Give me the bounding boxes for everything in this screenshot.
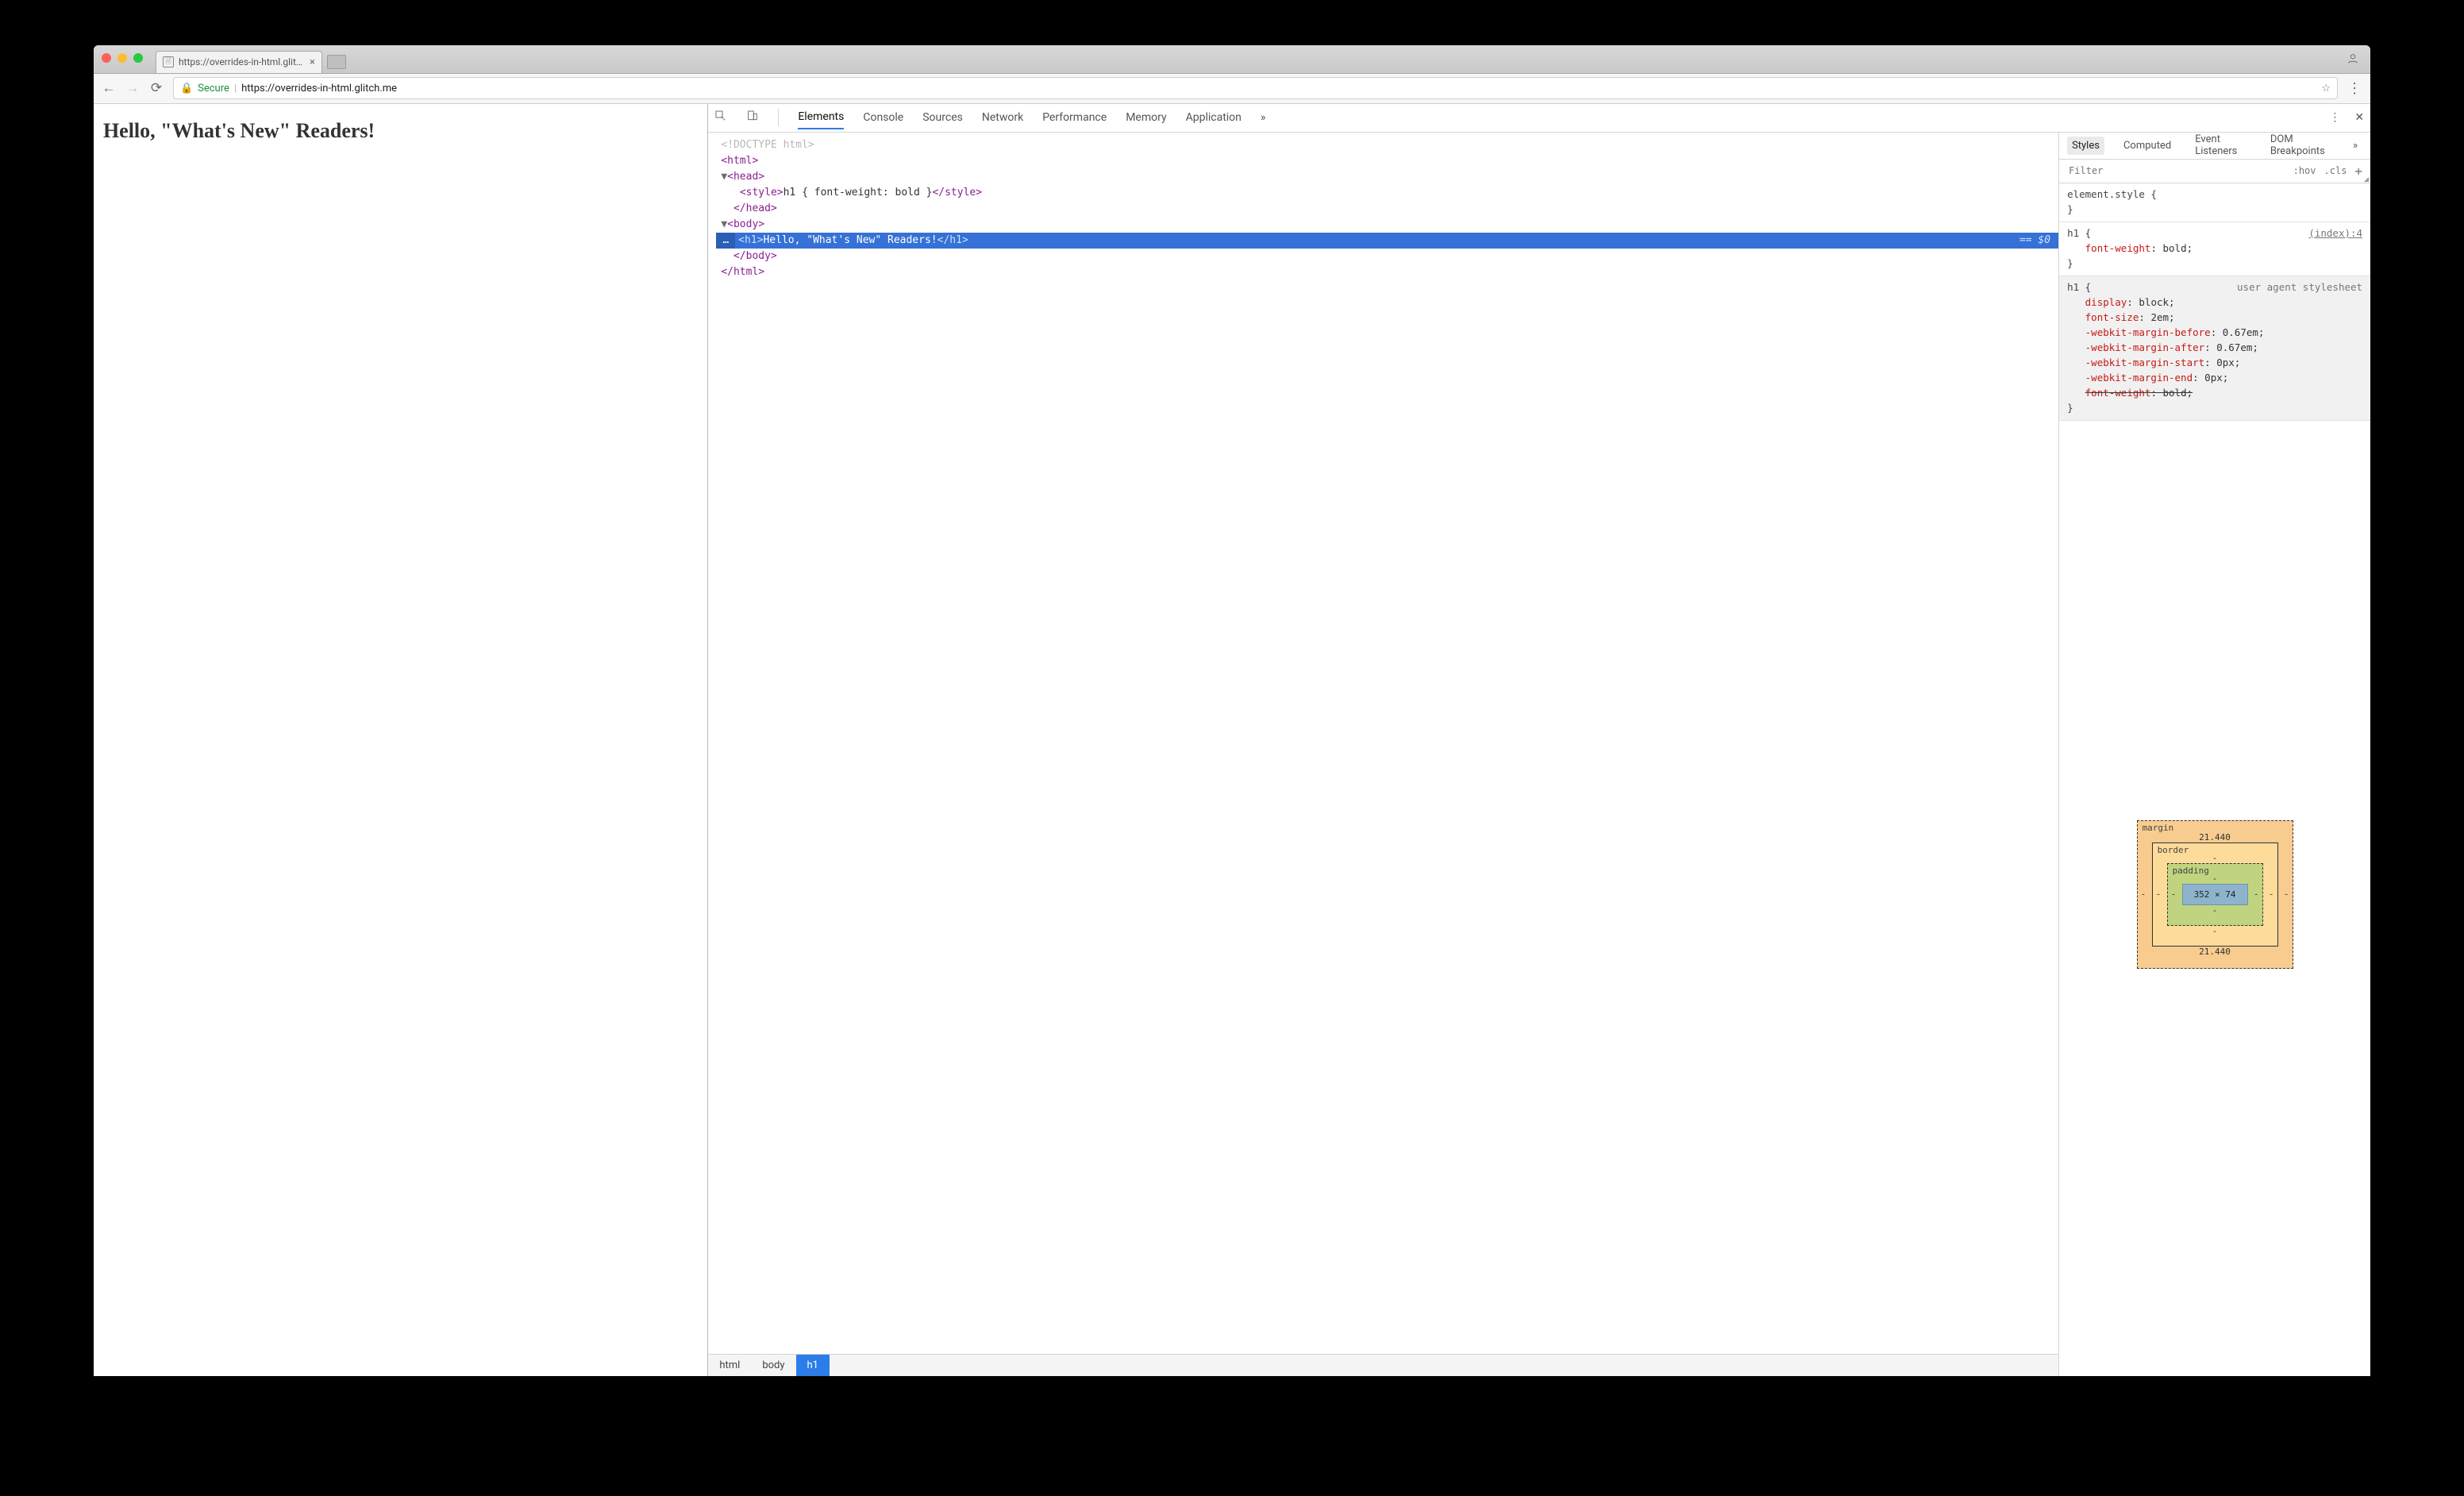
subtabs-overflow-icon[interactable]: » (2348, 137, 2362, 155)
rule-element-style[interactable]: element.style { } (2059, 183, 2370, 222)
more-actions-icon[interactable]: … (716, 233, 735, 249)
profile-icon[interactable] (2347, 52, 2359, 68)
cls-toggle[interactable]: .cls (2324, 165, 2347, 176)
minimize-window-icon[interactable] (117, 53, 127, 63)
resize-icon (2364, 177, 2369, 182)
devtools-tabbar: Elements Console Sources Network Perform… (708, 104, 2370, 133)
crumb-h1[interactable]: h1 (796, 1355, 830, 1376)
filter-bar: :hov .cls + (2059, 160, 2370, 183)
device-toggle-icon[interactable] (746, 110, 759, 125)
subtab-dom-breakpoints[interactable]: DOM Breakpoints (2266, 130, 2334, 160)
box-border[interactable]: border - - - padding - - - (2152, 842, 2278, 947)
box-margin[interactable]: margin 21.440 - - border - - - (2137, 820, 2293, 969)
close-tab-icon[interactable]: × (310, 56, 315, 68)
rule-origin[interactable]: (index):4 (2308, 226, 2362, 241)
tab-strip: 🗎 https://overrides-in-html.glitch… × (94, 45, 2370, 74)
content-split: Hello, "What's New" Readers! Elements Co… (94, 104, 2370, 1377)
toolbar: ← → ⟳ 🔒 Secure | https://overrides-in-ht… (94, 74, 2370, 104)
rule-h1-ua[interactable]: user agent stylesheet h1 { display: bloc… (2059, 276, 2370, 421)
devtools: Elements Console Sources Network Perform… (708, 104, 2370, 1377)
dom-tree[interactable]: <!DOCTYPE html> <html> ▼<head> <style>h1… (708, 133, 2058, 1355)
dom-doctype: <!DOCTYPE html> (716, 139, 814, 151)
hov-toggle[interactable]: :hov (2293, 165, 2316, 176)
page-headline: Hello, "What's New" Readers! (103, 118, 698, 145)
tab-application[interactable]: Application (1186, 106, 1242, 129)
crumb-body[interactable]: body (751, 1355, 795, 1376)
subtab-event-listeners[interactable]: Event Listeners (2190, 130, 2251, 160)
lock-icon: 🔒 (180, 83, 193, 94)
new-rule-icon[interactable]: + (2354, 164, 2362, 179)
tab-console[interactable]: Console (863, 106, 903, 129)
browser-tab[interactable]: 🗎 https://overrides-in-html.glitch… × (156, 51, 322, 73)
address-bar[interactable]: 🔒 Secure | https://overrides-in-html.gli… (173, 77, 2338, 99)
devtools-menu-icon[interactable]: ⋮ (2329, 111, 2340, 124)
page-icon: 🗎 (163, 56, 174, 67)
selected-hint: == $0 (2019, 233, 2058, 249)
chrome-menu-icon[interactable]: ⋮ (2347, 80, 2362, 97)
subtab-styles[interactable]: Styles (2067, 137, 2104, 155)
styles-panel: Styles Computed Event Listeners DOM Brea… (2059, 133, 2370, 1377)
tab-elements[interactable]: Elements (798, 106, 844, 129)
new-tab-button[interactable] (327, 55, 346, 69)
rules-list: element.style { } (index):4 h1 { font-we… (2059, 183, 2370, 421)
tab-title: https://overrides-in-html.glitch… (179, 56, 305, 67)
browser-window: 🗎 https://overrides-in-html.glitch… × ← … (94, 45, 2370, 1377)
forward-button[interactable]: → (125, 80, 140, 96)
maximize-window-icon[interactable] (133, 53, 143, 63)
page-viewport: Hello, "What's New" Readers! (94, 104, 708, 1377)
tab-memory[interactable]: Memory (1126, 106, 1166, 129)
box-padding[interactable]: padding - - - 352 × 74 - (2167, 863, 2263, 926)
tabs-overflow-icon[interactable]: » (1261, 106, 1266, 129)
tab-sources[interactable]: Sources (922, 106, 963, 129)
box-content[interactable]: 352 × 74 (2182, 884, 2248, 905)
url-text: https://overrides-in-html.glitch.me (241, 83, 397, 94)
dom-panel: <!DOCTYPE html> <html> ▼<head> <style>h1… (708, 133, 2059, 1377)
bookmark-icon[interactable]: ☆ (2321, 83, 2331, 94)
crumb-html[interactable]: html (708, 1355, 751, 1376)
tab-performance[interactable]: Performance (1042, 106, 1107, 129)
inspect-icon[interactable] (714, 110, 727, 125)
divider: | (234, 83, 237, 94)
close-window-icon[interactable] (102, 53, 111, 63)
tab-network[interactable]: Network (982, 106, 1023, 129)
breadcrumb: html body h1 (708, 1354, 2058, 1376)
filter-input[interactable] (2067, 164, 2285, 177)
secure-label: Secure (198, 83, 229, 94)
rule-origin: user agent stylesheet (2237, 280, 2362, 295)
subtab-computed[interactable]: Computed (2119, 137, 2176, 155)
box-model: margin 21.440 - - border - - - (2059, 421, 2370, 1377)
divider (778, 109, 779, 126)
styles-subtabs: Styles Computed Event Listeners DOM Brea… (2059, 133, 2370, 160)
devtools-close-icon[interactable]: ✕ (2354, 111, 2364, 124)
reload-button[interactable]: ⟳ (149, 80, 164, 96)
dom-selected-node[interactable]: … <h1>Hello, "What's New" Readers!</h1>=… (716, 233, 2058, 249)
back-button[interactable]: ← (102, 80, 116, 96)
rule-h1-author[interactable]: (index):4 h1 { font-weight: bold; } (2059, 222, 2370, 276)
window-controls (102, 53, 143, 63)
devtools-body: <!DOCTYPE html> <html> ▼<head> <style>h1… (708, 133, 2370, 1377)
